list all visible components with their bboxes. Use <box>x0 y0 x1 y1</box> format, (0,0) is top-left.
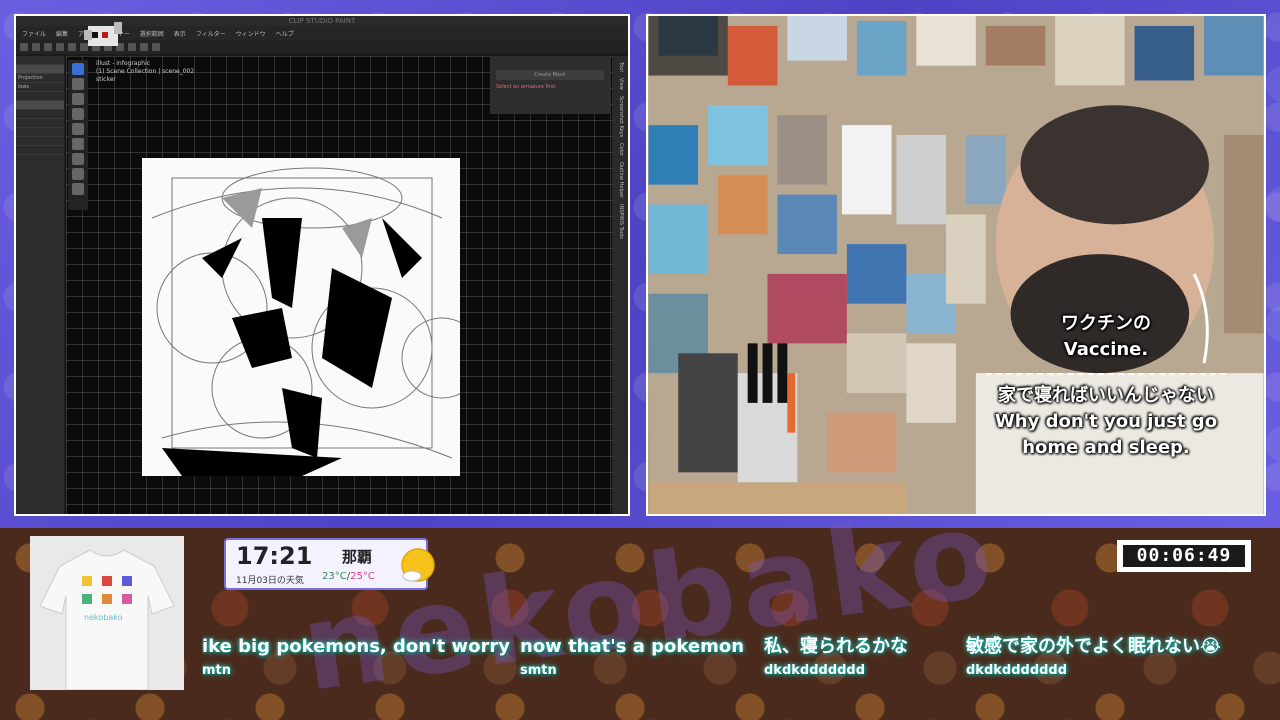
open-file-icon[interactable] <box>32 43 40 51</box>
chat-username: smtn <box>520 663 557 678</box>
chat-message-text: ike big pokemons, don't worry <box>202 636 510 657</box>
live-subtitles: ワクチンの Vaccine. 家で寝ればいいんじゃない Why don't yo… <box>976 311 1236 461</box>
menu-item-filter[interactable]: フィルター <box>196 29 226 38</box>
scale-tool-icon[interactable] <box>72 123 84 135</box>
chat-username: mtn <box>202 663 232 678</box>
subtitle-english-2a: Why don't you just go <box>994 411 1218 432</box>
mesh-popup-panel: Create Mesh Select an armature first <box>490 56 610 114</box>
chat-username: dkdkddddddd <box>966 663 1068 678</box>
property-row[interactable] <box>16 137 64 146</box>
rotate-tool-icon[interactable] <box>72 108 84 120</box>
redo-icon[interactable] <box>68 43 76 51</box>
chat-ticker: ike big pokemons, don't worry mtn now th… <box>202 528 1280 720</box>
mascot-sprite-icon <box>80 18 126 52</box>
crop-icon[interactable] <box>128 43 136 51</box>
property-row[interactable]: lows <box>16 83 64 92</box>
shirt-brand-text: nekobako <box>84 613 123 622</box>
menu-item-window[interactable]: ウィンドウ <box>236 29 266 38</box>
chat-message-text: 敏感で家の外でよく眠れない😭 <box>966 636 1222 657</box>
lasso-tool-icon[interactable] <box>72 78 84 90</box>
subtitle-divider <box>986 373 1226 375</box>
property-row[interactable] <box>16 65 64 74</box>
tab-outline-helper[interactable]: Outline Helper <box>618 162 624 198</box>
document-title: illust - infographic <box>96 60 151 67</box>
property-row[interactable] <box>16 101 64 110</box>
chat-message-text: 私、寝られるかな <box>764 636 908 657</box>
tab-view[interactable]: View <box>618 78 624 90</box>
property-row[interactable] <box>16 92 64 101</box>
property-row[interactable]: Projection <box>16 74 64 83</box>
tshirt-image: nekobako <box>30 536 184 691</box>
menu-item-edit[interactable]: 編集 <box>56 29 68 38</box>
property-row[interactable] <box>16 110 64 119</box>
fill-icon[interactable] <box>140 43 148 51</box>
menu-item-selection[interactable]: 選択範囲 <box>140 29 164 38</box>
tab-inspiris-tools[interactable]: INSPIRIS Tools <box>618 204 624 239</box>
sketch-artwork[interactable] <box>142 158 460 476</box>
create-mesh-button[interactable]: Create Mesh <box>496 70 604 80</box>
save-icon[interactable] <box>44 43 52 51</box>
tab-screenshot-keys[interactable]: Screenshot Keys <box>618 96 624 137</box>
chat-message: ike big pokemons, don't worry mtn <box>202 636 510 680</box>
scene-collection: (1) Scene Collection | scene_002 <box>96 68 195 75</box>
move-tool-icon[interactable] <box>72 93 84 105</box>
select-tool-icon[interactable] <box>72 63 84 75</box>
side-tab-strip: Tool View Screenshot Keys Color Outline … <box>612 56 628 514</box>
chat-username: dkdkddddddd <box>764 663 866 678</box>
webcam-view: ワクチンの Vaccine. 家で寝ればいいんじゃない Why don't yo… <box>646 14 1266 516</box>
tool-property-panel: Projection lows <box>16 56 64 514</box>
tool-palette <box>68 60 88 210</box>
settings-icon[interactable] <box>152 43 160 51</box>
property-row[interactable] <box>16 56 64 65</box>
ruler-tool-icon[interactable] <box>72 168 84 180</box>
chat-message-text: now that's a pokemon <box>520 636 745 657</box>
subtitle-english-2b: home and sleep. <box>1022 437 1190 458</box>
subtitle-japanese-1: ワクチンの <box>1061 313 1151 334</box>
tab-tool[interactable]: Tool <box>618 62 624 72</box>
frame-tool-icon[interactable] <box>72 183 84 195</box>
menu-item-file[interactable]: ファイル <box>22 29 46 38</box>
document-info: illust - infographic (1) Scene Collectio… <box>96 60 194 84</box>
chat-message: now that's a pokemon smtn <box>520 636 744 680</box>
merch-shirt-card[interactable]: nekobako <box>30 536 184 691</box>
undo-icon[interactable] <box>56 43 64 51</box>
property-row[interactable] <box>16 146 64 155</box>
tab-color[interactable]: Color <box>618 143 624 156</box>
bottom-bar: nekobako nekobako 17:21 11月03日の天気 那覇 23°… <box>0 484 1280 720</box>
chat-message: 私、寝られるかな dkdkddddddd <box>764 636 908 680</box>
property-row[interactable] <box>16 128 64 137</box>
subtitle-japanese-2: 家で寝ればいいんじゃない <box>998 385 1214 406</box>
target-tool-icon[interactable] <box>72 138 84 150</box>
subtitle-english-1: Vaccine. <box>1063 339 1149 360</box>
layer-name: sticker <box>96 76 116 83</box>
sketch-drawing <box>151 167 460 476</box>
property-row[interactable] <box>16 119 64 128</box>
art-app-window: CLIP STUDIO PAINT ファイル 編集 アニメ レイヤー 選択範囲 … <box>14 14 630 516</box>
new-file-icon[interactable] <box>20 43 28 51</box>
chat-message: 敏感で家の外でよく眠れない😭 dkdkddddddd <box>966 636 1221 680</box>
armature-warning: Select an armature first <box>496 84 556 90</box>
menu-item-view[interactable]: 表示 <box>174 29 186 38</box>
pen-tool-icon[interactable] <box>72 153 84 165</box>
menu-item-help[interactable]: ヘルプ <box>276 29 294 38</box>
